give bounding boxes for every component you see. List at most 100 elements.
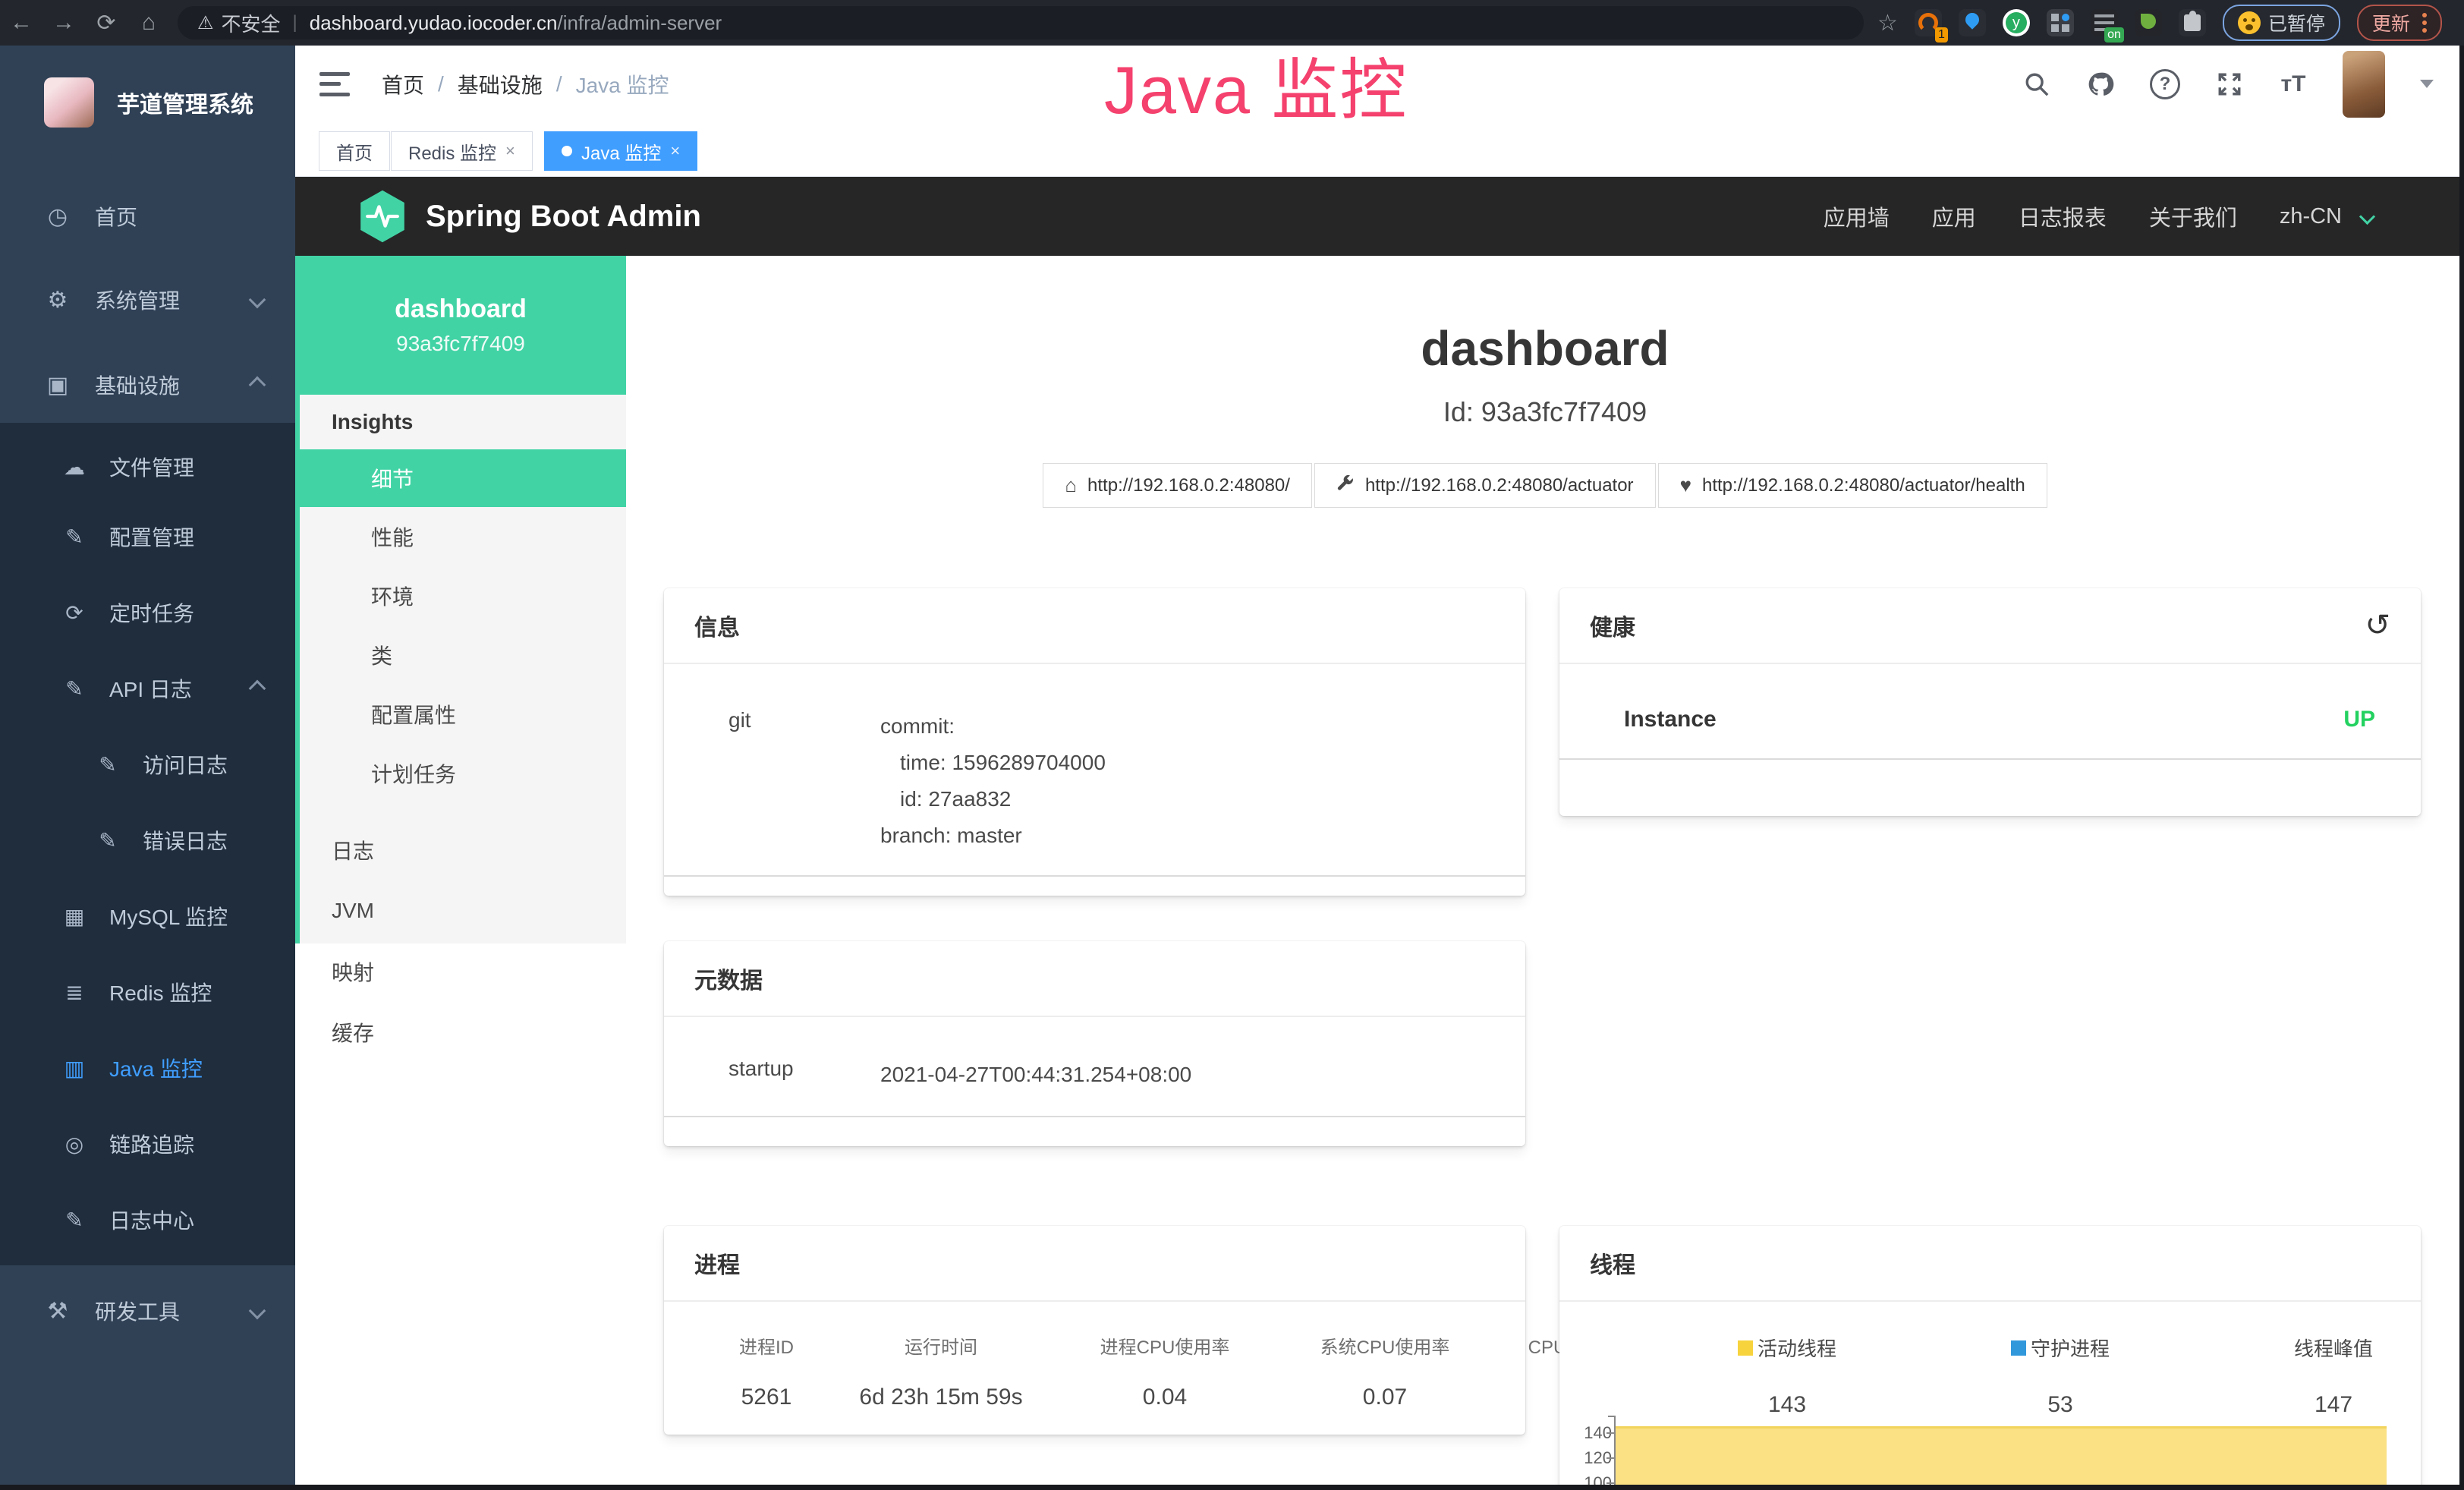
sidebar-item-error-log[interactable]: ✎ 错误日志 [0, 802, 295, 878]
chevron-down-icon [249, 1303, 266, 1320]
page-title: dashboard [626, 320, 2464, 376]
sba-link-about[interactable]: 关于我们 [2149, 200, 2237, 232]
metadata-card-title: 元数据 [664, 941, 1525, 1017]
search-icon[interactable] [2022, 70, 2051, 99]
sidebar-item-label: 配置管理 [109, 521, 194, 552]
process-table-header: 进程ID 运行时间 进程CPU使用率 系统CPU使用率 CPU核心数 [702, 1332, 1525, 1359]
sba-link-journal[interactable]: 日志报表 [2019, 200, 2107, 232]
app-title: 芋道管理系统 [117, 86, 253, 119]
close-icon[interactable]: × [505, 141, 515, 161]
metadata-card: 元数据 startup 2021-04-27T00:44:31.254+08:0… [664, 941, 1525, 1146]
menu-item-scheduledtasks[interactable]: 计划任务 [300, 744, 626, 803]
instance-header[interactable]: dashboard 93a3fc7f7409 [295, 256, 626, 395]
sidebar-item-devtools[interactable]: ⚒ 研发工具 [0, 1273, 295, 1349]
menu-item-classes[interactable]: 类 [300, 625, 626, 685]
extension-list-icon[interactable]: on [2091, 9, 2118, 36]
avatar-caret-icon[interactable] [2420, 80, 2434, 88]
sidebar-item-access-log[interactable]: ✎ 访问日志 [0, 726, 295, 802]
font-size-icon[interactable]: ᴛT [2279, 70, 2308, 99]
tab-java-active[interactable]: Java 监控 × [544, 131, 697, 171]
sidebar-item-infra[interactable]: ▣ 基础设施 [0, 347, 295, 423]
menu-item-configprops[interactable]: 配置属性 [300, 685, 626, 744]
sidebar-item-mysql[interactable]: ▦ MySQL 监控 [0, 878, 295, 954]
health-status-up: UP [2343, 707, 2375, 732]
bookmark-star-icon[interactable]: ☆ [1877, 10, 1898, 36]
sidebar-item-redis[interactable]: ≣ Redis 监控 [0, 954, 295, 1030]
sidebar-item-job[interactable]: ⟳ 定时任务 [0, 575, 295, 650]
user-avatar[interactable] [2343, 51, 2385, 118]
help-icon[interactable]: ? [2150, 69, 2180, 99]
extension-grid-icon[interactable] [2047, 9, 2074, 36]
sba-brand[interactable]: Spring Boot Admin [357, 189, 701, 244]
browser-update-button[interactable]: 更新 [2357, 5, 2442, 41]
card-title-text: 线程 [1590, 1246, 1635, 1280]
extension-y-icon[interactable]: y [2003, 9, 2030, 36]
menu-item-logfile[interactable]: 日志 [295, 820, 626, 880]
col-process-cpu: 进程CPU使用率 [1051, 1332, 1279, 1359]
menu-item-caches[interactable]: 缓存 [295, 1002, 626, 1063]
back-icon[interactable]: ← [0, 10, 42, 36]
actuator-url-button[interactable]: http://192.168.0.2:48080/actuator [1314, 463, 1656, 508]
layers-icon: ≣ [59, 980, 90, 1005]
card-title-text: 元数据 [694, 962, 763, 995]
breadcrumb-infra[interactable]: 基础设施 [458, 69, 543, 99]
app-logo-row[interactable]: 芋道管理系统 [0, 61, 295, 144]
sidebar-item-api-log[interactable]: ✎ API 日志 [0, 650, 295, 726]
menu-item-details[interactable]: 细节 [300, 449, 626, 507]
address-bar[interactable]: ⚠ 不安全 | dashboard.yudao.iocoder.cn /infr… [178, 6, 1864, 39]
tab-home[interactable]: 首页 [319, 131, 390, 171]
sba-lang-select[interactable]: zh-CN [2280, 204, 2342, 229]
chevron-up-icon [249, 680, 266, 698]
sidebar-item-tracing[interactable]: ◎ 链路追踪 [0, 1106, 295, 1182]
metadata-row-startup: startup 2021-04-27T00:44:31.254+08:00 [664, 1057, 1525, 1117]
github-icon[interactable] [2086, 70, 2115, 99]
extension-orange-icon[interactable]: 1 [1915, 9, 1942, 36]
sidebar-item-log-center[interactable]: ✎ 日志中心 [0, 1182, 295, 1258]
reload-icon[interactable]: ⟳ [85, 10, 127, 36]
hamburger-icon[interactable] [319, 72, 350, 96]
breadcrumb-home[interactable]: 首页 [382, 69, 424, 99]
sba-link-wallboard[interactable]: 应用墙 [1824, 200, 1890, 232]
health-url-button[interactable]: ♥ http://192.168.0.2:48080/actuator/heal… [1658, 463, 2047, 508]
tab-redis[interactable]: Redis 监控 × [391, 131, 533, 171]
legend-label: 守护进程 [2031, 1334, 2110, 1362]
sidebar-item-java[interactable]: ▥ Java 监控 [0, 1030, 295, 1106]
extension-pin-icon[interactable] [1959, 9, 1986, 36]
health-url: http://192.168.0.2:48080/actuator/health [1702, 475, 2025, 496]
toolbox-icon: ⚒ [42, 1298, 74, 1325]
extension-leaf-icon[interactable] [2135, 9, 2162, 36]
service-url-button[interactable]: ⌂ http://192.168.0.2:48080/ [1043, 463, 1312, 508]
health-row-instance: Instance UP [1559, 707, 2421, 760]
profile-paused-badge[interactable]: 已暂停 [2223, 5, 2340, 41]
menu-item-jvm[interactable]: JVM [295, 880, 626, 941]
sba-content: dashboard Id: 93a3fc7f7409 ⌂ http://192.… [626, 256, 2464, 1490]
close-icon[interactable]: × [670, 141, 680, 161]
sidebar-item-config[interactable]: ✎ 配置管理 [0, 499, 295, 575]
paused-label: 已暂停 [2268, 9, 2325, 36]
sidebar-item-home[interactable]: ◷ 首页 [0, 178, 295, 254]
history-icon[interactable]: ↺ [2365, 608, 2390, 643]
tick-mark [1606, 1482, 1616, 1484]
menu-item-env[interactable]: 环境 [300, 566, 626, 625]
dashboard-icon: ◷ [42, 203, 74, 230]
sba-link-applications[interactable]: 应用 [1932, 200, 1976, 232]
home-link-icon: ⌂ [1065, 474, 1077, 497]
extensions-puzzle-icon[interactable] [2179, 9, 2206, 36]
browser-menu-icon[interactable] [2422, 13, 2427, 33]
extension-badge: 1 [1935, 27, 1948, 43]
wrench-icon [1336, 474, 1355, 497]
sidebar-item-file[interactable]: ☁ 文件管理 [0, 429, 295, 505]
fullscreen-icon[interactable] [2215, 70, 2244, 99]
tab-label: Java 监控 [581, 138, 661, 165]
menu-item-metrics[interactable]: 性能 [300, 507, 626, 566]
git-branch-line: branch: master [880, 817, 1480, 854]
forward-icon[interactable]: → [42, 10, 85, 36]
menu-item-mappings[interactable]: 映射 [295, 941, 626, 1002]
actuator-url: http://192.168.0.2:48080/actuator [1365, 475, 1634, 496]
lang-chevron-down-icon[interactable] [2359, 208, 2375, 224]
sidebar-item-system[interactable]: ⚙ 系统管理 [0, 262, 295, 338]
home-icon[interactable]: ⌂ [127, 10, 170, 36]
chevron-down-icon [249, 291, 266, 309]
database-grid-icon: ▦ [59, 904, 90, 929]
eye-icon: ◎ [59, 1132, 90, 1157]
